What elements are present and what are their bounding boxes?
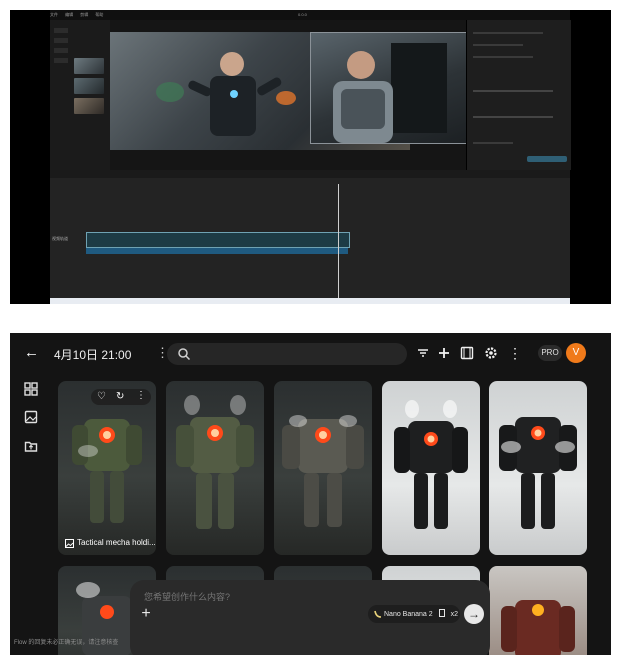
mecha-illustration: [72, 419, 142, 523]
reuse-icon[interactable]: ↻: [116, 391, 124, 402]
media-nav-item[interactable]: [54, 48, 68, 53]
closeup-figure-illustration: [333, 43, 447, 143]
plus-icon[interactable]: [436, 345, 452, 361]
gallery-card[interactable]: [489, 381, 587, 555]
output-count: x2: [450, 611, 458, 618]
gallery-card[interactable]: ♡ ↻ ⋮ Tactical mecha holdi...: [58, 381, 156, 555]
menu-clip[interactable]: 剪辑: [80, 12, 88, 17]
model-selector[interactable]: Nano Banana 2 x2: [368, 605, 460, 623]
back-arrow-icon[interactable]: ←: [24, 345, 40, 361]
menu-file[interactable]: 文件: [50, 12, 58, 17]
timeline-toolbar: [50, 170, 570, 178]
avatar[interactable]: V: [566, 343, 586, 363]
inspector-row[interactable]: [473, 32, 543, 34]
mecha-illustration: [282, 415, 364, 527]
search-input[interactable]: [195, 346, 399, 364]
card-caption: Tactical mecha holdi...: [77, 538, 156, 547]
export-button[interactable]: [527, 156, 567, 162]
grid-icon[interactable]: [24, 382, 38, 396]
editor-window-title: 0.0.0: [298, 12, 307, 17]
preview-viewer: [110, 20, 468, 175]
inspector-slider[interactable]: [473, 90, 553, 92]
media-thumbnail[interactable]: [74, 78, 104, 94]
inspector-row[interactable]: [473, 44, 523, 46]
media-thumbnail[interactable]: [74, 98, 104, 114]
more-vertical-icon[interactable]: ⋮: [507, 345, 523, 361]
folder-upload-icon[interactable]: [24, 439, 38, 453]
more-icon[interactable]: ⋮: [136, 390, 146, 401]
video-editor-screenshot: 文件 编辑 剪辑 帮助 0.0.0 视频轨道: [10, 10, 611, 304]
model-label: Nano Banana 2 x2: [384, 609, 458, 618]
editor-menubar: 文件 编辑 剪辑 帮助 0.0.0: [50, 10, 570, 20]
video-track-clips[interactable]: [86, 232, 350, 248]
gallery-card[interactable]: [166, 381, 264, 555]
preview-frame-closeup: [310, 32, 468, 144]
gallery-card[interactable]: [382, 381, 480, 555]
media-nav-item[interactable]: [54, 38, 68, 43]
mecha-illustration: [499, 417, 577, 529]
search-icon: [178, 348, 191, 361]
model-name: Nano Banana 2: [384, 611, 433, 618]
filmstrip-icon[interactable]: [459, 345, 475, 361]
image-icon: [65, 539, 74, 548]
banana-icon: [374, 610, 382, 618]
inspector-panel: [466, 20, 571, 170]
card-action-bar: ♡ ↻ ⋮: [91, 389, 151, 405]
menu-edit[interactable]: 编辑: [65, 12, 73, 17]
disclaimer-text: Flow 的回复未必正确无误，请注意核查: [14, 640, 119, 646]
gear-icon[interactable]: [483, 345, 499, 361]
audio-track[interactable]: [86, 248, 348, 254]
mecha-illustration: [176, 395, 254, 529]
image-gallery-screenshot: ← 4月10日 21:00 ⋮ ⋮ PRO V ♡ ↻ ⋮ Tactical m…: [10, 333, 611, 655]
search-bar[interactable]: [167, 343, 407, 365]
image-icon[interactable]: [24, 410, 38, 424]
mecha-illustration: [394, 400, 468, 529]
gallery-card[interactable]: [489, 566, 587, 655]
pro-badge: PRO: [538, 345, 562, 361]
media-nav-item[interactable]: [54, 58, 68, 63]
prompt-input[interactable]: [142, 588, 446, 606]
inspector-row[interactable]: [473, 142, 513, 144]
menu-help[interactable]: 帮助: [95, 12, 103, 17]
os-taskbar: [50, 298, 570, 304]
mecha-illustration: [501, 600, 575, 655]
gallery-card[interactable]: [274, 381, 372, 555]
page-title: 4月10日 21:00: [54, 348, 132, 362]
filter-icon[interactable]: [415, 345, 431, 361]
heart-icon[interactable]: ♡: [97, 391, 106, 402]
playhead[interactable]: [338, 184, 339, 298]
prompt-composer: + Nano Banana 2 x2 →: [130, 580, 490, 655]
timeline-panel: 视频轨道: [50, 170, 570, 298]
media-panel: [50, 20, 111, 170]
aspect-ratio-icon: [438, 609, 445, 617]
add-attachment-button[interactable]: +: [138, 606, 154, 622]
send-arrow-button[interactable]: →: [464, 604, 484, 624]
inspector-row[interactable]: [473, 56, 533, 58]
media-nav-item[interactable]: [54, 28, 68, 33]
media-thumbnail[interactable]: [74, 58, 104, 74]
inspector-slider[interactable]: [473, 116, 553, 118]
track-label: 视频轨道: [52, 236, 68, 241]
